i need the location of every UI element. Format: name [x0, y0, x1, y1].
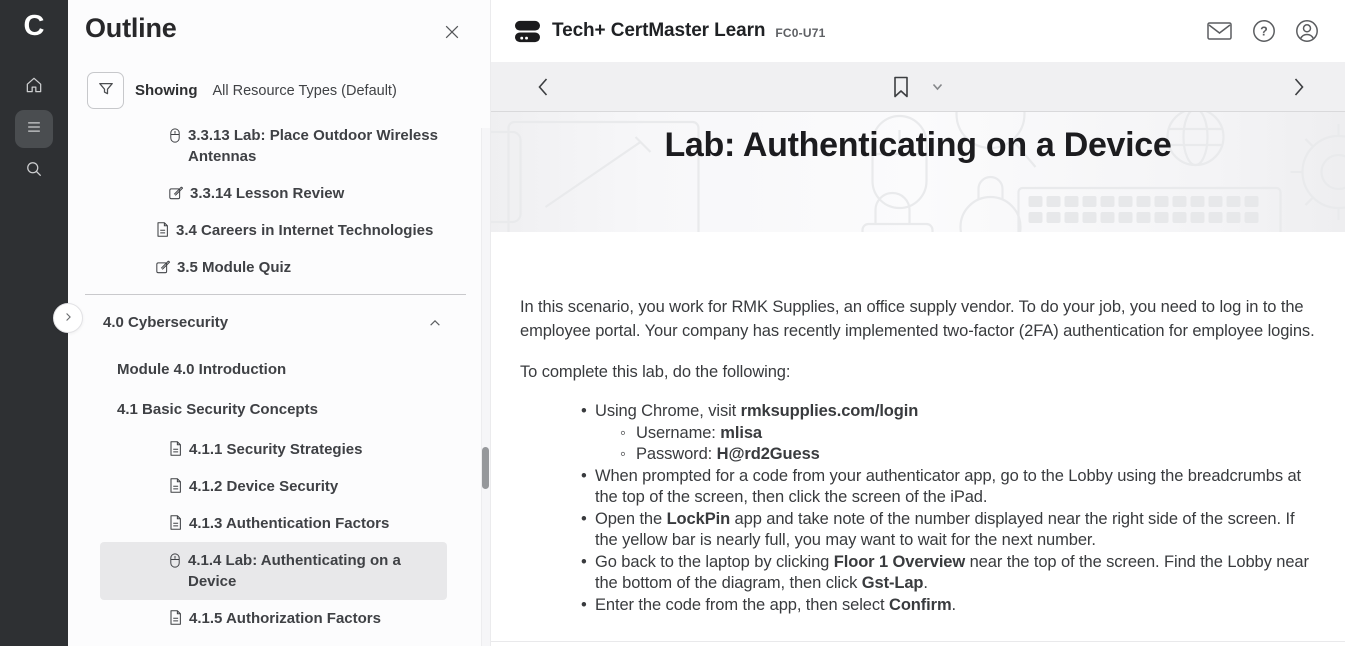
- home-button[interactable]: [15, 68, 53, 106]
- outline-menu-button[interactable]: [15, 110, 53, 148]
- outline-item-label: 4.1.3 Authentication Factors: [189, 513, 389, 534]
- instructions-intro: To complete this lab, do the following:: [520, 360, 1315, 384]
- lesson-document: Lab: Authenticating on a Device In this …: [491, 112, 1345, 646]
- filter-value: All Resource Types (Default): [213, 83, 397, 99]
- outline-item-label: 4.1.1 Security Strategies: [189, 439, 362, 460]
- pencil-icon: [168, 184, 184, 201]
- bookmark-button[interactable]: [889, 72, 913, 102]
- lesson-banner: Lab: Authenticating on a Device: [491, 112, 1345, 232]
- close-icon: [442, 30, 462, 45]
- page-title: Lab: Authenticating on a Device: [491, 112, 1345, 165]
- bookmark-group: [889, 72, 947, 102]
- outline-divider: [85, 294, 466, 295]
- outline-item-label: Module 4.0 Introduction: [117, 359, 286, 380]
- outline-title: Outline: [85, 13, 177, 44]
- help-icon: ?: [1252, 31, 1276, 46]
- chevron-up-icon[interactable]: [427, 315, 443, 331]
- help-button[interactable]: ?: [1252, 19, 1276, 43]
- document-icon: [168, 514, 183, 531]
- svg-text:?: ?: [1260, 25, 1268, 39]
- scenario-paragraph: In this scenario, you work for RMK Suppl…: [520, 295, 1315, 343]
- outline-item-selected[interactable]: 4.1.4 Lab: Authenticating on a Device: [100, 542, 447, 600]
- outline-item-label: 3.3.14 Lesson Review: [190, 183, 344, 204]
- instruction-item: Using Chrome, visit rmksupplies.com/logi…: [595, 401, 1315, 466]
- outline-section-header[interactable]: 4.0 Cybersecurity: [100, 312, 447, 333]
- lesson-navbar: [491, 62, 1345, 112]
- document-icon: [155, 221, 170, 238]
- mail-icon: [1206, 30, 1233, 45]
- instruction-item: Enter the code from the app, then select…: [595, 595, 1315, 617]
- document-icon: [168, 477, 183, 494]
- filter-label: Showing: [135, 82, 198, 99]
- outline-item-label: 4.1.5 Authorization Factors: [189, 608, 381, 629]
- outline-list: 3.3.13 Lab: Place Outdoor Wireless Anten…: [100, 125, 447, 629]
- chevron-right-icon: [61, 310, 75, 327]
- outline-section-label: 4.0 Cybersecurity: [103, 312, 228, 333]
- previous-page-button[interactable]: [533, 73, 553, 101]
- lesson-body: In this scenario, you work for RMK Suppl…: [491, 232, 1345, 616]
- home-icon: [24, 75, 44, 100]
- outline-item-label: 4.1 Basic Security Concepts: [117, 399, 318, 420]
- header-icons: ?: [1206, 19, 1319, 43]
- app-title: Tech+ CertMaster Learn: [552, 20, 765, 42]
- outline-item[interactable]: 3.3.14 Lesson Review: [100, 183, 447, 204]
- document-icon: [168, 609, 183, 626]
- outline-item[interactable]: 4.1.2 Device Security: [100, 476, 447, 497]
- app-header: Tech+ CertMaster Learn FC0-U71 ?: [491, 0, 1345, 62]
- app-window: C Outline Showing All Resource: [0, 0, 1345, 646]
- close-outline-button[interactable]: [440, 20, 464, 44]
- outline-item[interactable]: 4.1.3 Authentication Factors: [100, 513, 447, 534]
- outline-item[interactable]: 3.5 Module Quiz: [100, 257, 447, 278]
- instruction-subitem: Password: H@rd2Guess: [636, 444, 1315, 466]
- outline-item[interactable]: 3.4 Careers in Internet Technologies: [100, 220, 447, 241]
- brand-logo: C: [24, 6, 45, 46]
- credential-sublist: Username: mlisa Password: H@rd2Guess: [595, 423, 1315, 466]
- instruction-list: Using Chrome, visit rmksupplies.com/logi…: [520, 401, 1315, 616]
- comptia-logo-icon: [515, 19, 540, 44]
- instruction-subitem: Username: mlisa: [636, 423, 1315, 445]
- instruction-item: When prompted for a code from your authe…: [595, 466, 1315, 509]
- outline-item-label: 3.4 Careers in Internet Technologies: [176, 220, 433, 241]
- bookmark-menu-button[interactable]: [928, 79, 947, 95]
- menu-icon: [24, 117, 44, 142]
- instruction-item: Go back to the laptop by clicking Floor …: [595, 552, 1315, 595]
- outline-item-label: 3.5 Module Quiz: [177, 257, 291, 278]
- filter-icon: [96, 79, 116, 102]
- outline-scrollbar-track[interactable]: [481, 128, 490, 646]
- chevron-left-icon: [537, 85, 549, 100]
- pencil-icon: [155, 258, 171, 275]
- filter-row: Showing All Resource Types (Default): [87, 72, 490, 109]
- outline-item-label: 4.1.2 Device Security: [189, 476, 338, 497]
- mouse-icon: [168, 551, 182, 570]
- instruction-item: Open the LockPin app and take note of th…: [595, 509, 1315, 552]
- outline-panel: Outline Showing All Resource Types (Defa…: [68, 0, 490, 646]
- document-icon: [168, 440, 183, 457]
- outline-item[interactable]: 4.1 Basic Security Concepts: [100, 399, 447, 420]
- search-button[interactable]: [15, 152, 53, 190]
- main-content: Tech+ CertMaster Learn FC0-U71 ?: [490, 0, 1345, 646]
- exam-code-badge: FC0-U71: [775, 26, 825, 40]
- outline-item[interactable]: 3.3.13 Lab: Place Outdoor Wireless Anten…: [100, 125, 447, 167]
- search-icon: [24, 159, 44, 184]
- account-icon: [1295, 31, 1319, 46]
- messages-button[interactable]: [1206, 20, 1233, 42]
- mouse-icon: [168, 126, 182, 145]
- bookmark-icon: [893, 86, 909, 101]
- filter-button[interactable]: [87, 72, 124, 109]
- next-page-button[interactable]: [1289, 73, 1309, 101]
- outline-item-label: 4.1.4 Lab: Authenticating on a Device: [188, 550, 447, 592]
- outline-item-label: 3.3.13 Lab: Place Outdoor Wireless Anten…: [188, 125, 447, 167]
- chevron-down-icon: [932, 79, 943, 94]
- collapse-outline-button[interactable]: [53, 303, 83, 333]
- outline-item[interactable]: 4.1.1 Security Strategies: [100, 439, 447, 460]
- outline-item[interactable]: Module 4.0 Introduction: [100, 359, 447, 380]
- outline-scrollbar-thumb[interactable]: [482, 447, 489, 489]
- outline-item[interactable]: 4.1.5 Authorization Factors: [100, 608, 447, 629]
- chevron-right-icon: [1293, 85, 1305, 100]
- rail-nav: [15, 68, 53, 190]
- account-button[interactable]: [1295, 19, 1319, 43]
